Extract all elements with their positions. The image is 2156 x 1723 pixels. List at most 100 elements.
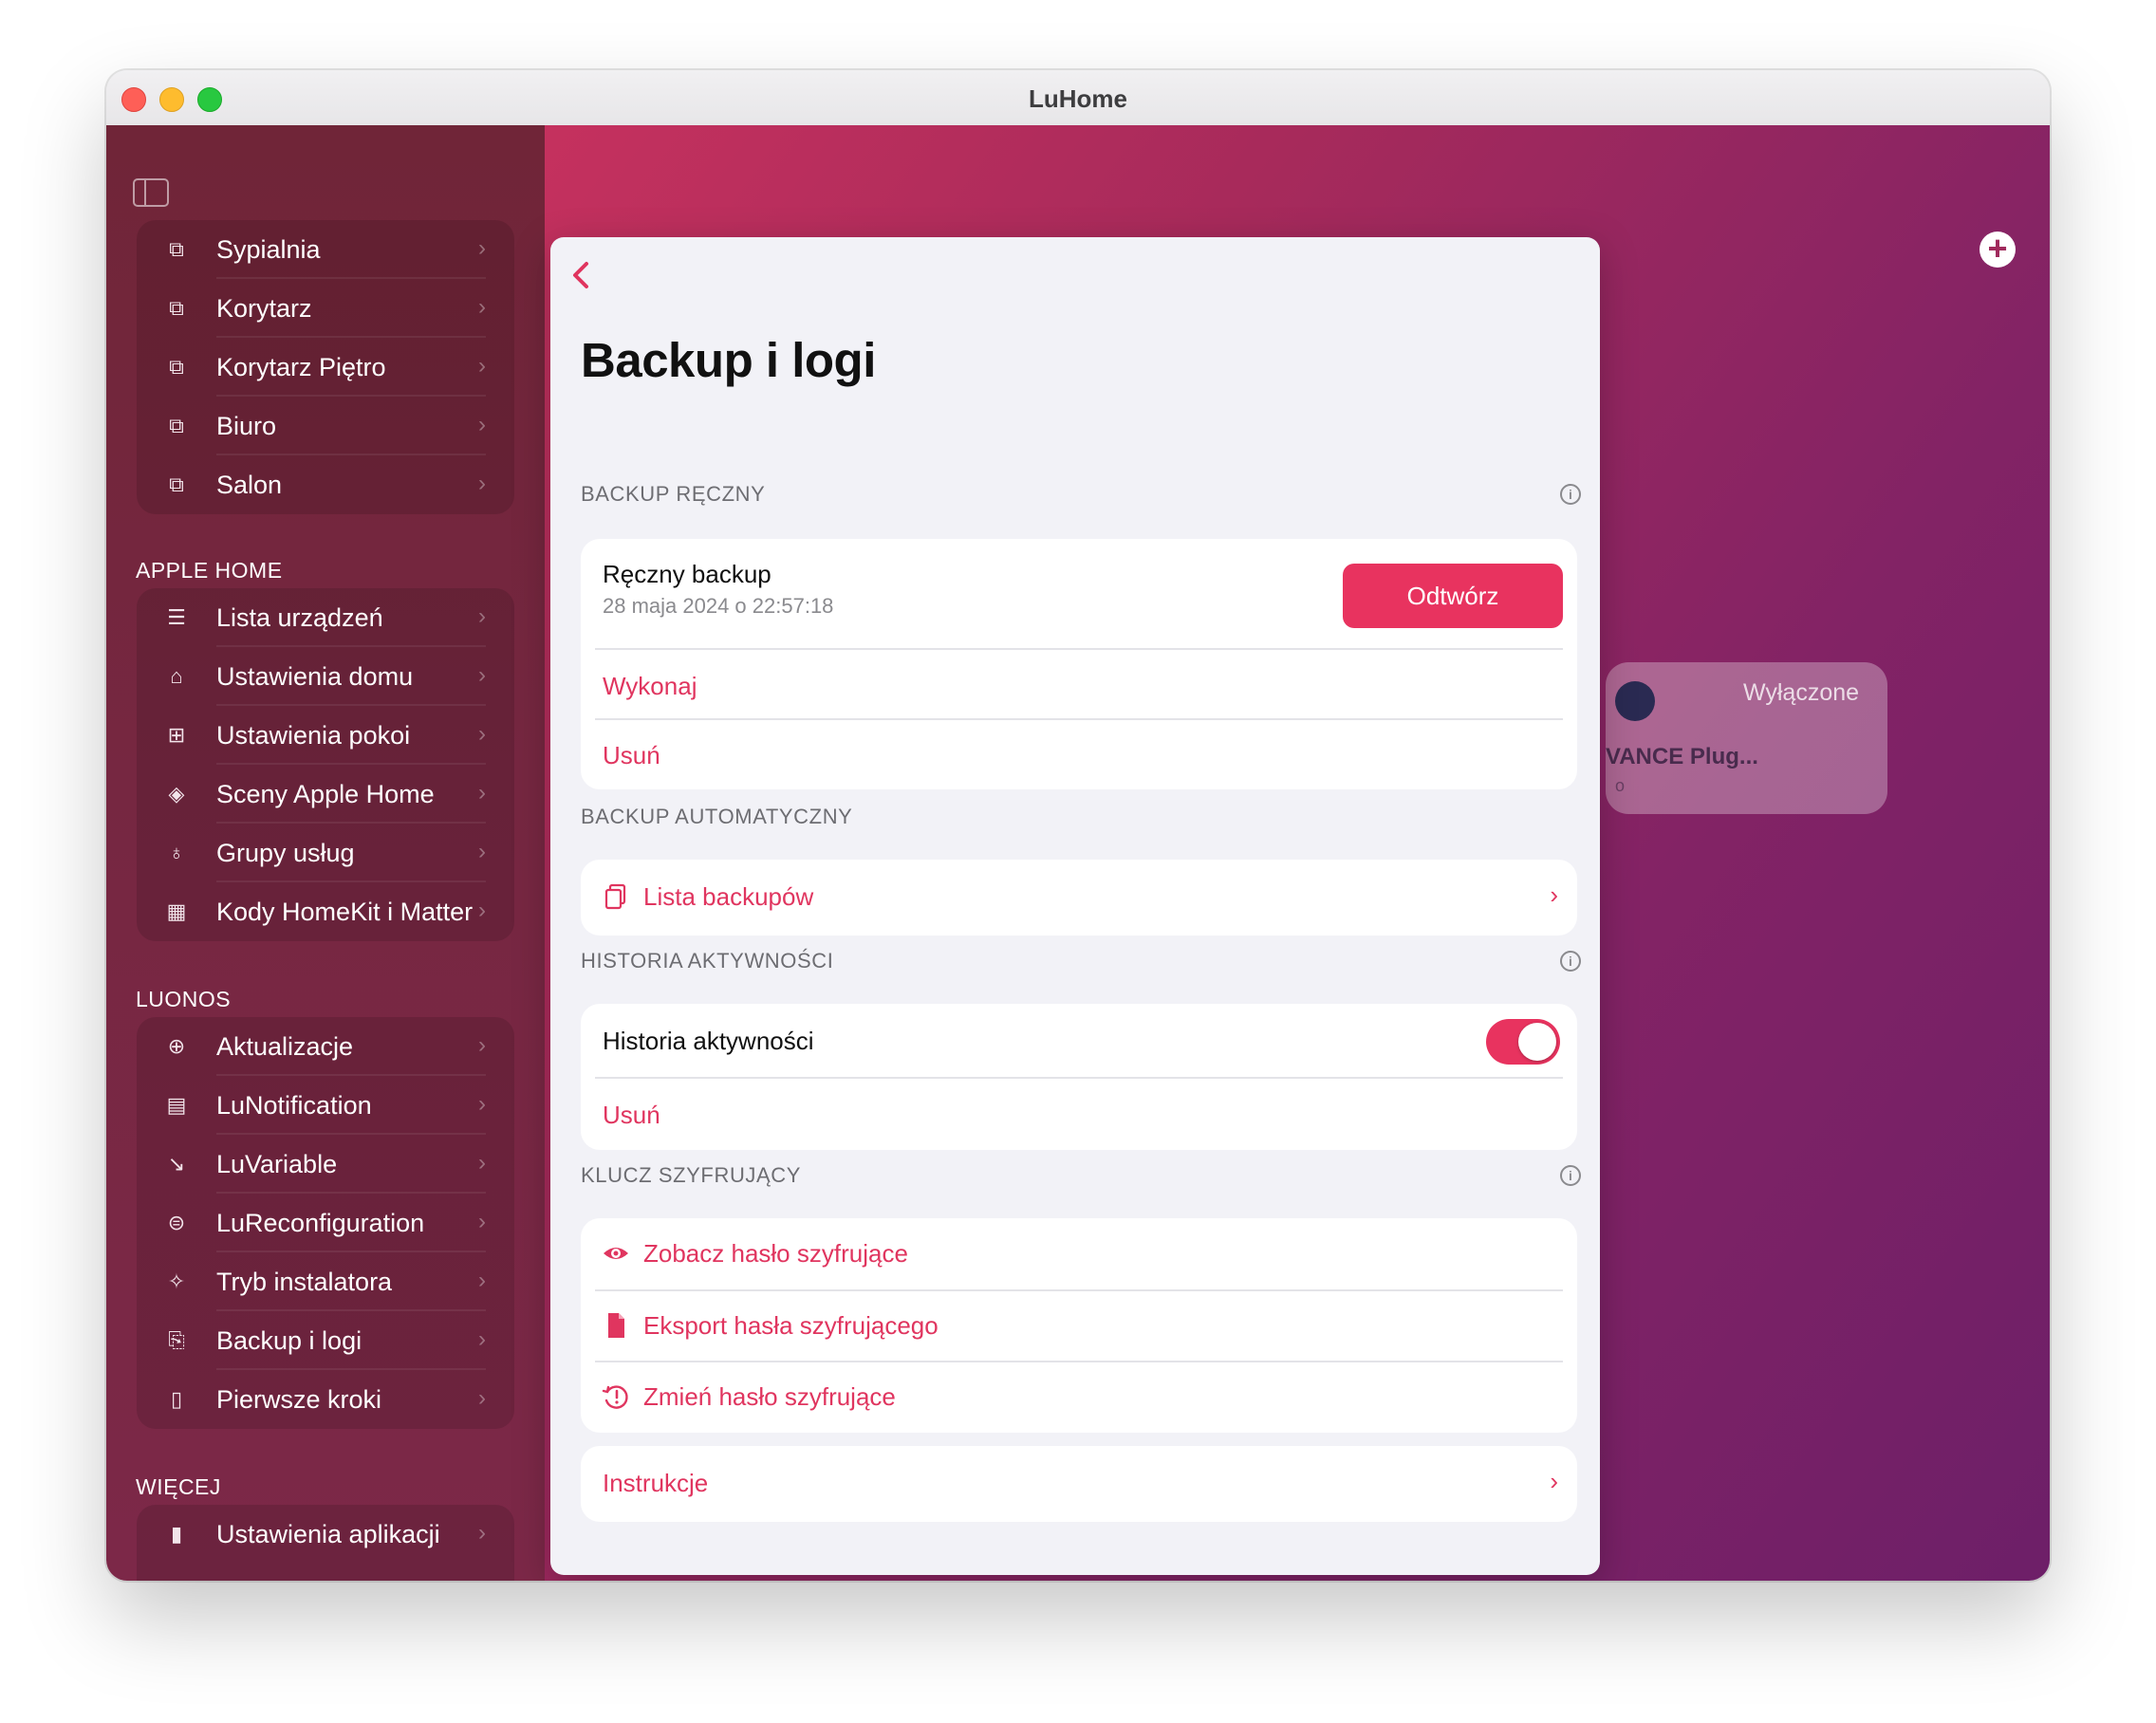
sidebar-luonos-group: ⊕ Aktualizacje › ▤ LuNotification › ↘ Lu… <box>137 1017 514 1429</box>
back-button[interactable] <box>567 256 596 294</box>
sidebar-item-biuro[interactable]: ⧉ Biuro › <box>137 397 514 455</box>
sidebar-item-label: Korytarz <box>216 294 312 323</box>
restore-button[interactable]: Odtwórz <box>1343 564 1563 628</box>
info-icon[interactable]: i <box>1560 951 1581 972</box>
sidebar-toggle-icon[interactable] <box>133 178 169 207</box>
sidebar-item-korytarz-pietro[interactable]: ⧉ Korytarz Piętro › <box>137 338 514 397</box>
view-password-row[interactable]: Zobacz hasło szyfrujące <box>581 1218 1577 1289</box>
chevron-right-icon: › <box>478 780 486 806</box>
view-password-label: Zobacz hasło szyfrujące <box>643 1239 908 1268</box>
backup-sheet: Backup i logi BACKUP RĘCZNY i Ręczny bac… <box>550 237 1600 1575</box>
history-toggle-label: Historia aktywności <box>603 1027 814 1055</box>
list-icon: ☰ <box>167 605 186 629</box>
instructions-row[interactable]: Instrukcje › <box>581 1446 1577 1522</box>
sidebar-item-room-settings[interactable]: ⊞ Ustawienia pokoi › <box>137 706 514 765</box>
sidebar-item-label: LuVariable <box>216 1150 338 1178</box>
window-title: LuHome <box>1029 84 1127 113</box>
sidebar-item-salon[interactable]: ⧉ Salon › <box>137 455 514 514</box>
manual-backup-card: Ręczny backup 28 maja 2024 o 22:57:18 Od… <box>581 539 1577 789</box>
sidebar-item-app-settings[interactable]: ▮ Ustawienia aplikacji › <box>137 1505 514 1564</box>
sidebar-item-updates[interactable]: ⊕ Aktualizacje › <box>137 1017 514 1076</box>
sidebar-item-installer-mode[interactable]: ✧ Tryb instalatora › <box>137 1252 514 1311</box>
sparkle-icon: ✧ <box>167 1269 186 1293</box>
sidebar-item-label: Korytarz Piętro <box>216 353 386 381</box>
sidebar-item-lunotification[interactable]: ▤ LuNotification › <box>137 1076 514 1135</box>
device-name: VANCE Plug... <box>1606 744 1758 769</box>
tooth-icon: ♁ <box>168 841 185 864</box>
sidebar-section-apple-home: APPLE HOME <box>136 558 283 583</box>
sidebar-item-service-groups[interactable]: ♁ Grupy usług › <box>137 824 514 882</box>
change-password-label: Zmień hasło szyfrujące <box>643 1382 896 1411</box>
sidebar-item-label: Sypialnia <box>216 235 321 264</box>
section-title-history: HISTORIA AKTYWNOŚCI <box>581 949 834 973</box>
sidebar-item-label: Ustawienia domu <box>216 662 414 691</box>
room-icon: ⧉ <box>169 414 184 437</box>
sidebar-item-sypialnia[interactable]: ⧉ Sypialnia › <box>137 220 514 279</box>
room-icon: ⧉ <box>169 237 184 261</box>
chevron-right-icon: › <box>478 1032 486 1058</box>
window-content: Pi + Wyłączone VANCE Plug... o ⧉ Sypialn… <box>106 125 2050 1581</box>
backup-list-label: Lista backupów <box>643 882 814 911</box>
chevron-right-icon: › <box>478 1268 486 1293</box>
sidebar-item-backup-logs[interactable]: ⎘ Backup i logi › <box>137 1311 514 1370</box>
sidebar-item-label: Sceny Apple Home <box>216 780 435 808</box>
sidebar-item-first-steps[interactable]: ▯ Pierwsze kroki › <box>137 1370 514 1429</box>
chevron-left-icon <box>573 262 588 288</box>
execute-backup-button[interactable]: Wykonaj <box>603 672 697 701</box>
chevron-right-icon: › <box>478 1150 486 1176</box>
sidebar-item-home-settings[interactable]: ⌂ Ustawienia domu › <box>137 647 514 706</box>
sidebar-item-luvariable[interactable]: ↘ LuVariable › <box>137 1135 514 1194</box>
device-room: o <box>1615 776 1626 795</box>
qr-code-icon: ▦ <box>166 899 187 923</box>
sidebar-more-group: ▮ Ustawienia aplikacji › <box>137 1505 514 1581</box>
chevron-right-icon: › <box>478 235 486 261</box>
sidebar-item-korytarz[interactable]: ⧉ Korytarz › <box>137 279 514 338</box>
chevron-right-icon: › <box>478 353 486 379</box>
device-tile[interactable]: Wyłączone VANCE Plug... o <box>1606 662 1887 814</box>
house-icon: ⌂ <box>170 664 183 688</box>
sidebar-item-device-list[interactable]: ☰ Lista urządzeń › <box>137 588 514 647</box>
sidebar-item-label: LuNotification <box>216 1091 372 1120</box>
sidebar-item-scenes[interactable]: ◈ Sceny Apple Home › <box>137 765 514 824</box>
phone-icon: ▮ <box>170 1522 183 1546</box>
sidebar-item-homekit-codes[interactable]: ▦ Kody HomeKit i Matter › <box>137 882 514 941</box>
globe-icon: ⊕ <box>167 1034 186 1058</box>
change-password-row[interactable]: Zmień hasło szyfrujące <box>581 1362 1577 1433</box>
sidebar-item-label: Ustawienia pokoi <box>216 721 411 750</box>
add-button[interactable]: + <box>1979 232 2016 268</box>
chevron-right-icon: › <box>478 603 486 629</box>
chevron-right-icon: › <box>478 839 486 864</box>
sidebar-item-lureconfiguration[interactable]: ⊜ LuReconfiguration › <box>137 1194 514 1252</box>
refresh-icon: ⊜ <box>167 1211 186 1234</box>
sidebar-rooms-group: ⧉ Sypialnia › ⧉ Korytarz › ⧉ Korytarz Pi… <box>137 220 514 514</box>
sidebar-item-label: Kody HomeKit i Matter <box>216 898 474 926</box>
app-window: LuHome Pi + Wyłączone VANCE Plug... o ⧉ … <box>106 70 2050 1581</box>
delete-backup-button[interactable]: Usuń <box>603 741 660 770</box>
documents-icon <box>604 883 626 910</box>
room-icon: ⧉ <box>169 296 184 320</box>
device-status: Wyłączone <box>1743 679 1860 706</box>
chevron-right-icon: › <box>478 471 486 496</box>
sidebar-item-label: Ustawienia aplikacji <box>216 1520 440 1548</box>
sidebar-item-label: Grupy usług <box>216 839 355 867</box>
divider <box>595 1077 1563 1079</box>
sidebar-item-label: Tryb instalatora <box>216 1268 393 1296</box>
chevron-right-icon: › <box>478 1520 486 1546</box>
chevron-right-icon: › <box>478 1209 486 1234</box>
sidebar-item-label: Biuro <box>216 412 277 440</box>
export-password-label: Eksport hasła szyfrującego <box>643 1311 939 1340</box>
backup-icon: ⎘ <box>168 1328 185 1352</box>
chevron-right-icon: › <box>478 721 486 747</box>
export-password-row[interactable]: Eksport hasła szyfrującego <box>581 1290 1577 1361</box>
info-icon[interactable]: i <box>1560 1165 1581 1186</box>
sidebar-item-label: Salon <box>216 471 283 499</box>
sidebar-item-label: Aktualizacje <box>216 1032 354 1061</box>
manual-backup-date: 28 maja 2024 o 22:57:18 <box>603 594 834 618</box>
info-icon[interactable]: i <box>1560 484 1581 505</box>
backup-list-row[interactable]: Lista backupów › <box>581 860 1577 936</box>
history-toggle[interactable] <box>1486 1019 1560 1065</box>
manual-backup-title: Ręczny backup <box>603 560 771 588</box>
sidebar-item-label: Pierwsze kroki <box>216 1385 382 1414</box>
chevron-right-icon: › <box>478 1385 486 1411</box>
delete-history-button[interactable]: Usuń <box>603 1101 660 1130</box>
